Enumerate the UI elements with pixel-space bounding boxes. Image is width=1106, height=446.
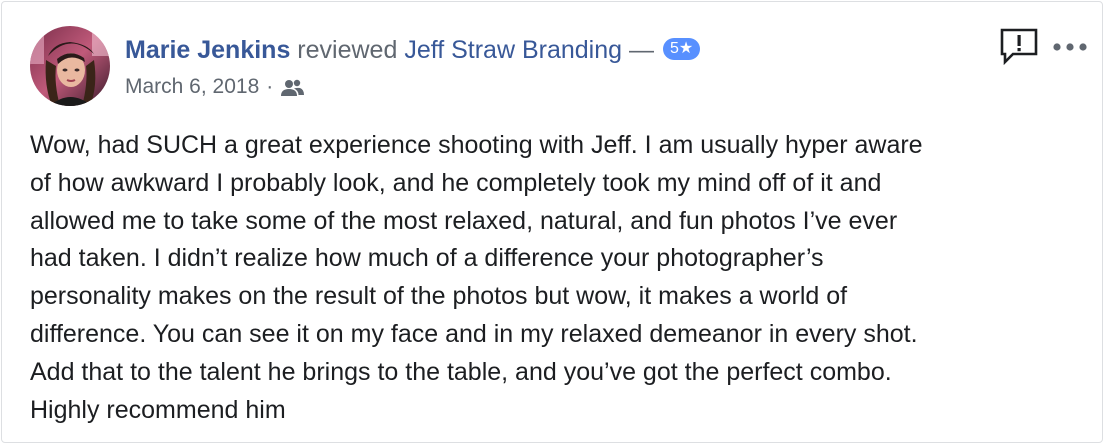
review-text-line: allowed me to take some of the most rela… <box>30 206 898 235</box>
review-card: Marie Jenkins reviewed Jeff Straw Brandi… <box>1 1 1103 443</box>
review-text-line: had taken. I didn’t realize how much of … <box>30 244 824 273</box>
report-icon[interactable] <box>999 27 1039 66</box>
review-text-line: difference. You can see it on my face an… <box>30 319 918 348</box>
review-text: Wow, had SUCH a great experience shootin… <box>30 127 1090 429</box>
meta-separator: · <box>266 75 274 98</box>
friends-icon[interactable] <box>280 78 305 96</box>
review-text-line: Wow, had SUCH a great experience shootin… <box>30 131 923 159</box>
more-options-icon[interactable] <box>1052 40 1088 52</box>
review-text-line: personality makes on the result of the p… <box>30 282 848 311</box>
review-header: Marie Jenkins reviewed Jeff Straw Brandi… <box>125 35 701 65</box>
review-text-line: of how awkward I probably look, and he c… <box>30 168 882 197</box>
review-text-line: Highly recommend him <box>30 395 286 424</box>
reviewer-name-link[interactable]: Marie Jenkins <box>125 36 290 64</box>
header-dash: — <box>622 36 661 64</box>
page-name-link[interactable]: Jeff Straw Branding <box>404 36 622 64</box>
review-date-link[interactable]: March 6, 2018 <box>125 74 259 100</box>
review-meta: March 6, 2018 · <box>125 74 305 100</box>
rating-badge: 5★ <box>662 38 701 61</box>
reviewed-label: reviewed <box>290 36 405 64</box>
reviewer-avatar[interactable] <box>30 26 110 106</box>
review-text-line: Add that to the talent he brings to the … <box>30 357 892 386</box>
